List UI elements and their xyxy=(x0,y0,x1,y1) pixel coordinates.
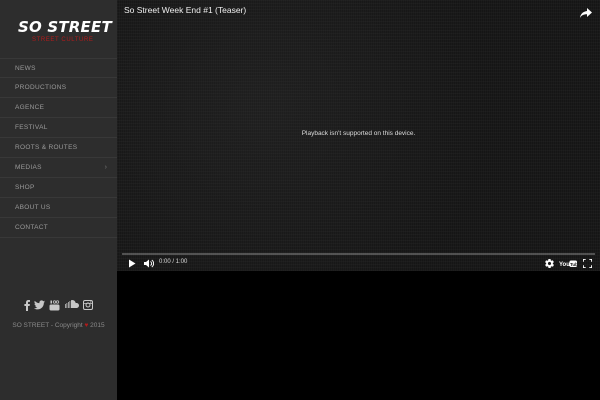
nav-item-agence[interactable]: AGENCE xyxy=(0,98,117,118)
playback-message: Playback isn't supported on this device. xyxy=(301,130,416,137)
soundcloud-icon[interactable] xyxy=(64,300,79,312)
heart-icon: ♥ xyxy=(84,322,89,329)
nav-item-label: ABOUT US xyxy=(15,204,51,211)
logo-subtext: STREET CULTURE xyxy=(32,37,94,43)
nav-item-label: MEDIAS xyxy=(15,164,42,171)
nav-item-label: NEWS xyxy=(15,64,36,72)
main-nav: NEWS PRODUCTIONS AGENCE FESTIVAL ROOTS &… xyxy=(0,58,117,238)
copyright: SO STREET - Copyright ♥ 2015 xyxy=(0,322,117,329)
nav-item-label: SHOP xyxy=(15,184,35,191)
youtube-logo-button[interactable]: YouTube xyxy=(559,258,577,269)
share-icon[interactable] xyxy=(580,5,592,18)
nav-item-about-us[interactable]: ABOUT US xyxy=(0,198,117,218)
progress-bar[interactable] xyxy=(122,253,595,255)
gear-icon xyxy=(545,259,554,268)
nav-item-label: ROOTS & ROUTES xyxy=(15,144,78,151)
sidebar: SO STREET STREET CULTURE NEWS PRODUCTION… xyxy=(0,0,117,400)
play-icon xyxy=(129,259,136,268)
logo[interactable]: SO STREET STREET CULTURE xyxy=(18,18,112,48)
nav-item-shop[interactable]: SHOP xyxy=(0,178,117,198)
copyright-text: SO STREET - Copyright xyxy=(12,322,83,329)
chevron-right-icon: › xyxy=(104,164,107,171)
video-player[interactable]: So Street Week End #1 (Teaser) Playback … xyxy=(117,0,600,271)
player-controls: 0:00 / 1:00 YouTube xyxy=(117,256,600,271)
video-title[interactable]: So Street Week End #1 (Teaser) xyxy=(124,5,246,15)
fullscreen-button[interactable] xyxy=(583,258,592,269)
nav-item-label: CONTACT xyxy=(15,224,49,231)
volume-icon xyxy=(144,259,154,268)
nav-item-news[interactable]: NEWS xyxy=(0,58,117,78)
nav-item-contact[interactable]: CONTACT xyxy=(0,218,117,238)
nav-item-label: PRODUCTIONS xyxy=(15,84,67,91)
facebook-icon[interactable] xyxy=(24,300,30,312)
nav-item-roots-routes[interactable]: ROOTS & ROUTES xyxy=(0,138,117,158)
instagram-icon[interactable] xyxy=(83,300,93,312)
content-area xyxy=(117,271,600,400)
play-button[interactable] xyxy=(128,258,136,269)
nav-item-label: FESTIVAL xyxy=(15,124,48,131)
social-links xyxy=(0,300,117,312)
twitter-icon[interactable] xyxy=(34,300,45,312)
nav-item-medias[interactable]: MEDIAS › xyxy=(0,158,117,178)
youtube-logo-icon: YouTube xyxy=(559,260,577,268)
volume-button[interactable] xyxy=(144,258,154,269)
settings-button[interactable] xyxy=(545,258,554,269)
nav-item-productions[interactable]: PRODUCTIONS xyxy=(0,78,117,98)
time-display: 0:00 / 1:00 xyxy=(159,259,188,265)
fullscreen-icon xyxy=(583,259,592,268)
youtube-icon[interactable] xyxy=(49,300,60,312)
svg-text:Tube: Tube xyxy=(570,261,577,266)
copyright-year: 2015 xyxy=(90,322,105,329)
svg-text:You: You xyxy=(559,262,570,268)
nav-item-festival[interactable]: FESTIVAL xyxy=(0,118,117,138)
nav-item-label: AGENCE xyxy=(15,104,45,111)
logo-text: SO STREET xyxy=(18,18,112,36)
